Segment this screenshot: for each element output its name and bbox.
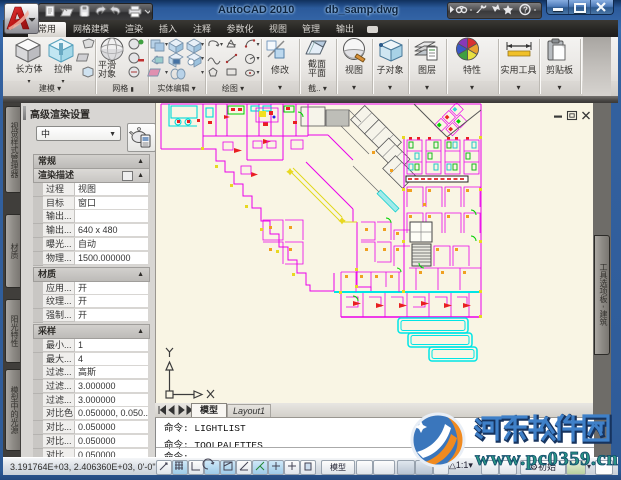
svg-text:▾: ▾ (220, 42, 223, 48)
svg-text:▾: ▾ (201, 56, 204, 62)
svg-text:▾: ▾ (257, 42, 260, 48)
svg-text:?: ? (523, 6, 528, 15)
svg-text:www.pc0359.cn: www.pc0359.cn (475, 448, 618, 470)
svg-text:▾: ▾ (257, 56, 260, 62)
svg-text:▾: ▾ (165, 42, 168, 48)
svg-text:▾: ▾ (257, 70, 260, 76)
svg-text:▾: ▾ (201, 42, 204, 48)
svg-text:▾: ▾ (201, 70, 204, 76)
svg-text:▾: ▾ (165, 70, 168, 76)
